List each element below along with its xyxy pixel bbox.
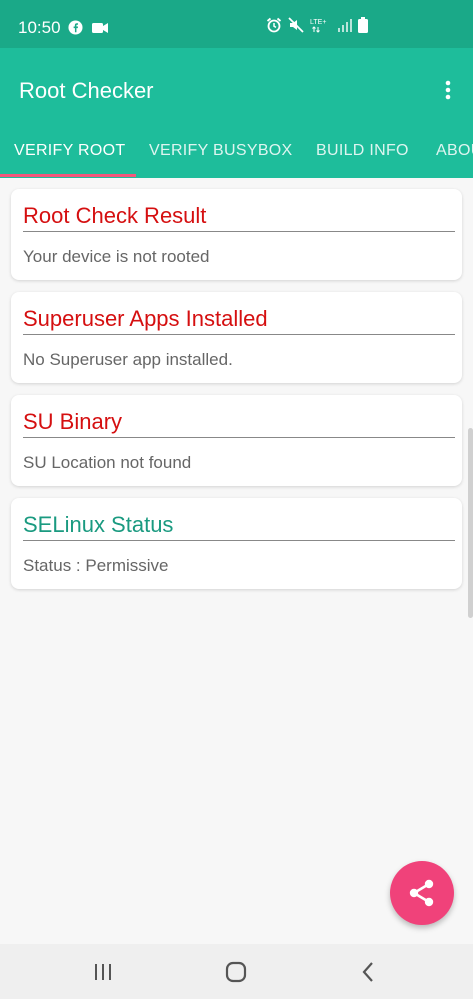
tab-indicator xyxy=(0,174,136,177)
tab-bar: VERIFY ROOT VERIFY BUSYBOX BUILD INFO AB… xyxy=(0,132,473,178)
battery-icon xyxy=(358,17,368,38)
card-selinux-status: SELinux Status Status : Permissive xyxy=(11,498,462,589)
alarm-icon xyxy=(266,17,282,38)
video-icon xyxy=(92,21,109,39)
card-body: Your device is not rooted xyxy=(23,247,210,266)
home-icon xyxy=(225,961,247,983)
card-title: SU Binary xyxy=(23,409,123,434)
recent-apps-button[interactable] xyxy=(90,959,116,985)
card-root-check-result: Root Check Result Your device is not roo… xyxy=(11,189,462,280)
card-divider xyxy=(23,334,455,335)
status-bar: 10:50 LTE+ xyxy=(0,0,473,48)
tab-about[interactable]: ABOUT xyxy=(436,142,473,160)
recent-apps-icon xyxy=(95,964,111,980)
card-title: Root Check Result xyxy=(23,203,207,228)
back-icon xyxy=(362,962,373,982)
navigation-bar xyxy=(0,944,473,999)
card-divider xyxy=(23,437,455,438)
share-button[interactable] xyxy=(390,861,454,925)
more-vert-icon xyxy=(445,80,451,100)
signal-icon xyxy=(338,18,352,37)
tab-verify-root[interactable]: VERIFY ROOT xyxy=(14,142,125,160)
home-button[interactable] xyxy=(223,959,249,985)
card-body: SU Location not found xyxy=(23,453,192,472)
card-divider xyxy=(23,540,455,541)
card-divider xyxy=(23,231,455,232)
app-bar: Root Checker VERIFY ROOT VERIFY BUSYBOX … xyxy=(0,48,473,178)
app-title: Root Checker xyxy=(19,78,154,103)
card-title: SELinux Status xyxy=(23,512,174,537)
lte-label: LTE+ xyxy=(310,19,326,26)
card-title: Superuser Apps Installed xyxy=(23,306,268,331)
tab-verify-busybox[interactable]: VERIFY BUSYBOX xyxy=(149,142,293,160)
lte-icon: LTE+ xyxy=(310,17,332,38)
card-body: No Superuser app installed. xyxy=(23,350,233,369)
status-right-icons: LTE+ xyxy=(266,17,368,38)
status-time: 10:50 xyxy=(18,18,61,37)
mute-icon xyxy=(288,17,304,38)
card-superuser-apps: Superuser Apps Installed No Superuser ap… xyxy=(11,292,462,383)
scroll-indicator[interactable] xyxy=(468,428,473,618)
back-button[interactable] xyxy=(355,959,381,985)
more-options-button[interactable] xyxy=(436,78,460,102)
tab-build-info[interactable]: BUILD INFO xyxy=(316,142,409,160)
card-body: Status : Permissive xyxy=(23,556,169,575)
facebook-icon xyxy=(68,20,83,40)
card-su-binary: SU Binary SU Location not found xyxy=(11,395,462,486)
status-left-icons xyxy=(68,20,109,40)
share-icon xyxy=(409,879,434,907)
